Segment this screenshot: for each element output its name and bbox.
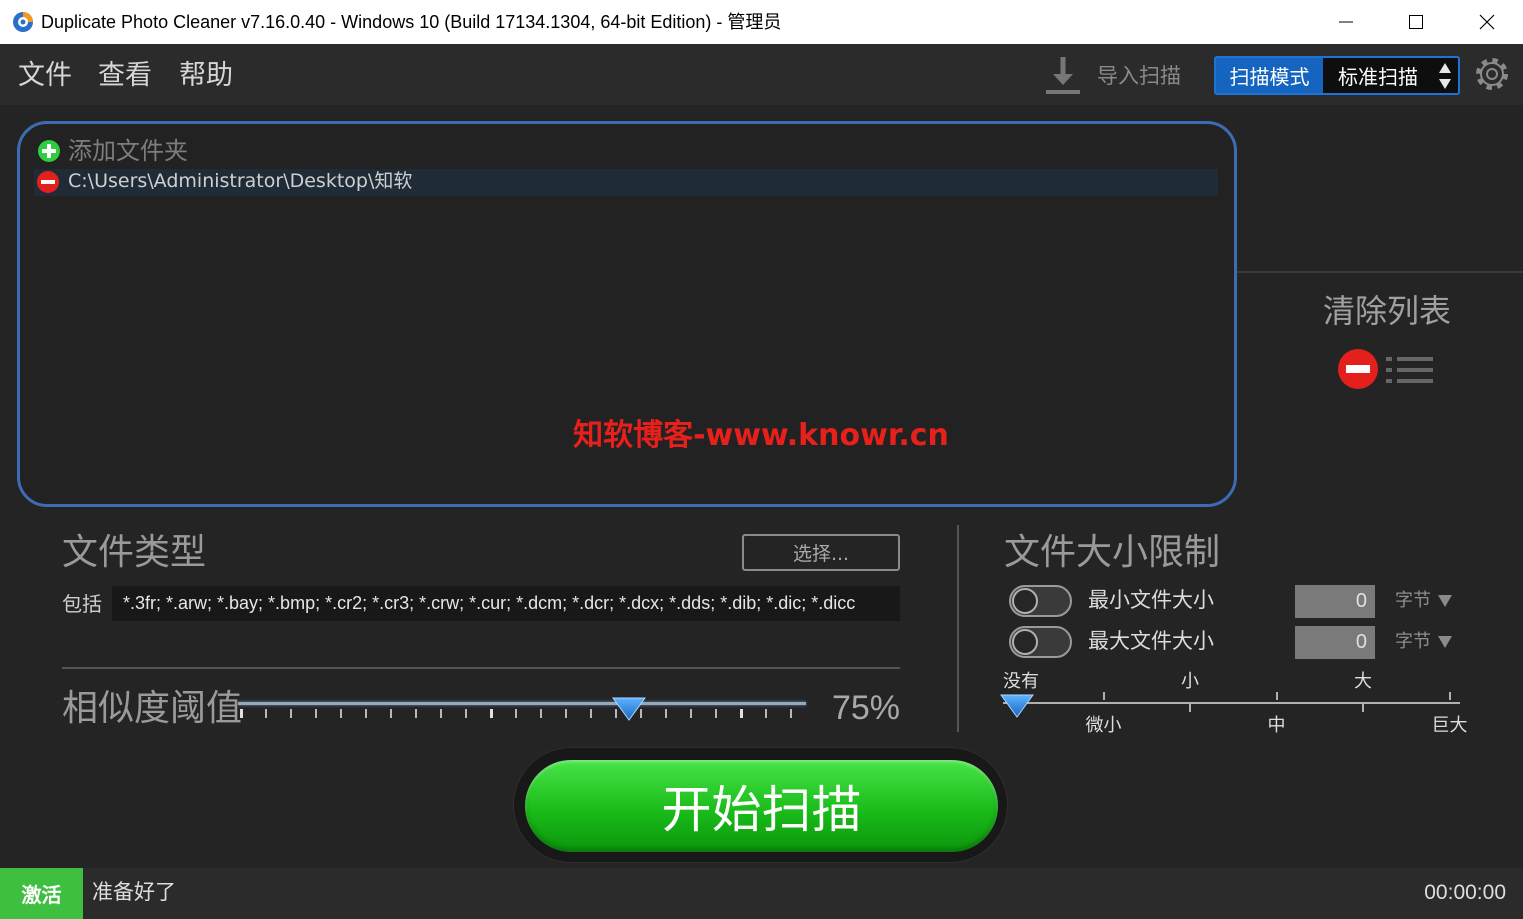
minus-circle-icon[interactable] (36, 170, 60, 194)
list-icon[interactable] (1386, 357, 1434, 383)
divider (1237, 271, 1523, 273)
slider-tick (265, 709, 267, 718)
slider-tick (665, 709, 667, 718)
divider (62, 667, 900, 669)
toggle-knob (1012, 588, 1038, 614)
status-message: 准备好了 (92, 880, 176, 904)
scale-label: 中 (1267, 715, 1286, 736)
plus-circle-icon[interactable] (37, 139, 61, 163)
slider-tick (715, 709, 717, 718)
slider-thumb[interactable] (611, 697, 646, 721)
slider-tick (315, 709, 317, 718)
scale-tick (1189, 704, 1191, 712)
slider-thumb[interactable] (1000, 694, 1034, 718)
select-file-types-button[interactable]: 选择... (742, 534, 900, 571)
slider-tick (415, 709, 417, 718)
up-down-arrows-icon[interactable] (1438, 62, 1452, 90)
slider-tick (590, 709, 592, 718)
triangle-down-icon[interactable] (1437, 594, 1453, 608)
toggle-knob (1012, 629, 1038, 655)
menu-help[interactable]: 帮助 (179, 62, 233, 89)
min-size-label: 最小文件大小 (1088, 588, 1214, 612)
slider-tick (490, 709, 493, 718)
size-scale-slider[interactable]: 没有微小 小中 大巨大 (1000, 670, 1468, 740)
max-size-label: 最大文件大小 (1088, 629, 1214, 653)
scale-label: 巨大 (1431, 715, 1468, 736)
scale-tick (1448, 692, 1451, 700)
minus-circle-icon[interactable] (1337, 348, 1379, 390)
similarity-slider[interactable] (238, 690, 806, 722)
similarity-value: 75% (831, 689, 900, 727)
slider-tick (240, 709, 243, 718)
scale-label: 没有 (1003, 671, 1039, 692)
slider-track[interactable] (238, 702, 806, 705)
similarity-title: 相似度阈值 (62, 688, 243, 729)
scan-mode-control[interactable]: 扫描模式 标准扫描 (1214, 56, 1460, 95)
activate-button[interactable]: 激活 (0, 868, 83, 919)
minimize-button[interactable] (1323, 0, 1369, 44)
include-label: 包括 (62, 592, 102, 616)
status-bar (0, 868, 1523, 919)
slider-tick (290, 709, 292, 718)
slider-tick (440, 709, 442, 718)
scale-tick (1102, 692, 1105, 700)
clear-list-label: 清除列表 (1322, 292, 1451, 330)
include-extensions-field[interactable]: *.3fr; *.arw; *.bay; *.bmp; *.cr2; *.cr3… (112, 586, 900, 621)
slider-tick (515, 709, 517, 718)
scan-mode-select[interactable]: 标准扫描 (1323, 58, 1458, 93)
include-extensions-value: *.3fr; *.arw; *.bay; *.bmp; *.cr2; *.cr3… (123, 593, 856, 613)
min-size-unit[interactable]: 字节 (1395, 592, 1431, 610)
max-size-toggle[interactable] (1009, 626, 1072, 658)
scale-label: 小 (1181, 671, 1199, 692)
elapsed-time: 00:00:00 (1424, 881, 1506, 904)
menu-file[interactable]: 文件 (18, 62, 72, 89)
add-folder-button[interactable]: 添加文件夹 (68, 139, 188, 163)
slider-tick (365, 709, 367, 718)
slider-tick (565, 709, 567, 718)
slider-tick (390, 709, 392, 718)
watermark-text: 知软博客-www.knowr.cn (573, 418, 949, 453)
scale-tick (1275, 692, 1278, 700)
slider-tick (690, 709, 692, 718)
download-icon[interactable] (1045, 56, 1081, 96)
triangle-down-icon[interactable] (1437, 635, 1453, 649)
title-bar: Duplicate Photo Cleaner v7.16.0.40 - Win… (0, 0, 1523, 44)
import-scan-button[interactable]: 导入扫描 (1097, 66, 1181, 87)
min-size-toggle[interactable] (1009, 585, 1072, 617)
close-icon (1479, 14, 1495, 30)
slider-tick (465, 709, 467, 718)
maximize-icon (1409, 15, 1423, 29)
scale-label: 大 (1354, 671, 1372, 692)
window-title: Duplicate Photo Cleaner v7.16.0.40 - Win… (41, 12, 782, 32)
app-logo-icon (13, 12, 33, 32)
start-scan-button[interactable]: 开始扫描 (525, 760, 998, 852)
maximize-button[interactable] (1393, 0, 1439, 44)
slider-tick (740, 709, 743, 718)
close-button[interactable] (1464, 0, 1510, 44)
scan-mode-label[interactable]: 扫描模式 (1216, 58, 1323, 93)
scan-mode-value: 标准扫描 (1338, 65, 1418, 89)
menu-view[interactable]: 查看 (98, 62, 152, 89)
slider-tick (340, 709, 342, 718)
slider-track[interactable] (1003, 702, 1460, 704)
divider (957, 525, 959, 732)
max-size-unit[interactable]: 字节 (1395, 633, 1431, 651)
file-types-title: 文件类型 (62, 532, 207, 573)
scale-tick (1362, 704, 1364, 712)
size-limit-title: 文件大小限制 (1004, 532, 1221, 573)
min-size-input[interactable]: 0 (1295, 585, 1375, 618)
gear-icon[interactable] (1474, 56, 1510, 92)
max-size-input[interactable]: 0 (1295, 626, 1375, 659)
scale-label: 微小 (1085, 715, 1122, 736)
folder-path: C:\Users\Administrator\Desktop\知软 (68, 170, 413, 192)
minimize-icon (1339, 21, 1353, 23)
slider-tick (540, 709, 542, 718)
